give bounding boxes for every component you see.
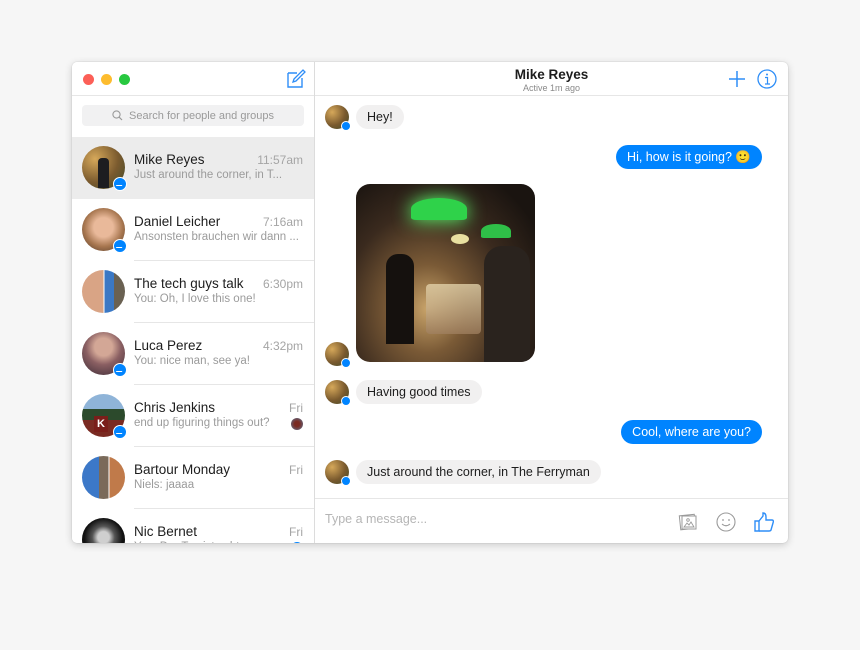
sidebar: Search for people and groups Mike Reyes … — [72, 62, 315, 543]
conversation-item[interactable]: Mike Reyes 11:57am Just around the corne… — [72, 137, 314, 199]
message-bubble-received: Hey! — [356, 105, 404, 129]
minimize-window-button[interactable] — [101, 74, 112, 85]
avatar — [82, 518, 125, 543]
seen-avatar — [291, 418, 303, 430]
messenger-badge-icon — [113, 425, 127, 439]
conversation-item[interactable]: Luca Perez 4:32pm You: nice man, see ya! — [72, 323, 314, 385]
conversation-time: Fri — [289, 525, 303, 539]
conversation-preview: Niels: jaaaa — [134, 479, 195, 491]
conversation-name: Bartour Monday — [134, 462, 231, 477]
message-bubble-sent: Cool, where are you? — [621, 420, 762, 444]
sidebar-titlebar — [72, 62, 314, 96]
conversation-name: Mike Reyes — [134, 152, 205, 167]
conversation-item[interactable]: K Chris Jenkins Fri end up figuring thin… — [72, 385, 314, 447]
conversation-item[interactable]: Daniel Leicher 7:16am Ansonsten brauchen… — [72, 199, 314, 261]
image-icon[interactable] — [677, 511, 699, 533]
search-placeholder: Search for people and groups — [129, 109, 274, 122]
conversation-time: Fri — [289, 463, 303, 477]
plus-icon[interactable] — [726, 68, 748, 90]
conversation-time: 6:30pm — [262, 277, 303, 291]
message-bubble-received: Just around the corner, in The Ferryman — [356, 460, 601, 484]
messenger-badge-icon — [113, 239, 127, 253]
active-status: Active 1m ago — [522, 83, 581, 93]
conversation-name: Luca Perez — [134, 338, 203, 353]
conversation-name: Daniel Leicher — [134, 214, 221, 229]
conversation-item[interactable]: The tech guys talk 6:30pm You: Oh, I lov… — [72, 261, 314, 323]
compose-icon[interactable] — [286, 69, 306, 89]
conversation-name: The tech guys talk — [134, 276, 244, 291]
group-avatar — [82, 270, 125, 313]
chat-title: Mike Reyes — [514, 67, 589, 82]
conversation-item[interactable]: Nic Bernet Fri You: Der Typ ist echt ... — [72, 509, 314, 543]
maximize-window-button[interactable] — [119, 74, 130, 85]
message-composer[interactable]: Type a message... — [315, 498, 788, 543]
conversation-list: Mike Reyes 11:57am Just around the corne… — [72, 137, 314, 543]
conversation-preview: You: nice man, see ya! — [134, 355, 250, 367]
chat-pane: Mike Reyes Active 1m ago Hey! Hi, how is… — [315, 62, 788, 543]
conversation-item[interactable]: Bartour Monday Fri Niels: jaaaa — [72, 447, 314, 509]
conversation-preview: Ansonsten brauchen wir dann ... — [134, 231, 299, 243]
conversation-time: 7:16am — [262, 215, 303, 229]
messenger-badge-icon — [341, 396, 351, 406]
emoji-icon[interactable] — [715, 511, 737, 533]
info-icon[interactable] — [756, 68, 778, 90]
conversation-name: Nic Bernet — [134, 524, 198, 539]
messenger-window: Search for people and groups Mike Reyes … — [72, 62, 788, 543]
conversation-time: 11:57am — [257, 153, 303, 167]
group-avatar — [82, 456, 125, 499]
messenger-badge-icon — [341, 358, 351, 368]
conversation-name: Chris Jenkins — [134, 400, 216, 415]
conversation-preview: You: Oh, I love this one! — [134, 293, 256, 305]
search-icon — [112, 110, 123, 121]
photo-message[interactable] — [356, 184, 535, 362]
messenger-badge-icon — [341, 121, 351, 131]
message-input[interactable]: Type a message... — [325, 512, 427, 526]
conversation-time: Fri — [289, 401, 303, 415]
search-input[interactable]: Search for people and groups — [82, 105, 304, 126]
messenger-badge-icon — [113, 177, 127, 191]
conversation-preview: end up figuring things out? — [134, 417, 270, 429]
thumbs-up-icon[interactable] — [753, 511, 775, 533]
message-bubble-sent: Hi, how is it going? 🙂 — [616, 145, 762, 169]
unread-indicator — [291, 542, 303, 543]
conversation-preview: You: Der Typ ist echt ... — [134, 541, 252, 543]
messenger-badge-icon — [341, 476, 351, 486]
message-thread: Hey! Hi, how is it going? 🙂 Having good … — [315, 96, 788, 498]
messenger-badge-icon — [113, 363, 127, 377]
message-bubble-received: Having good times — [356, 380, 482, 404]
conversation-preview: Just around the corner, in T... — [134, 169, 283, 181]
close-window-button[interactable] — [83, 74, 94, 85]
conversation-time: 4:32pm — [262, 339, 303, 353]
chat-header: Mike Reyes Active 1m ago — [315, 62, 788, 96]
